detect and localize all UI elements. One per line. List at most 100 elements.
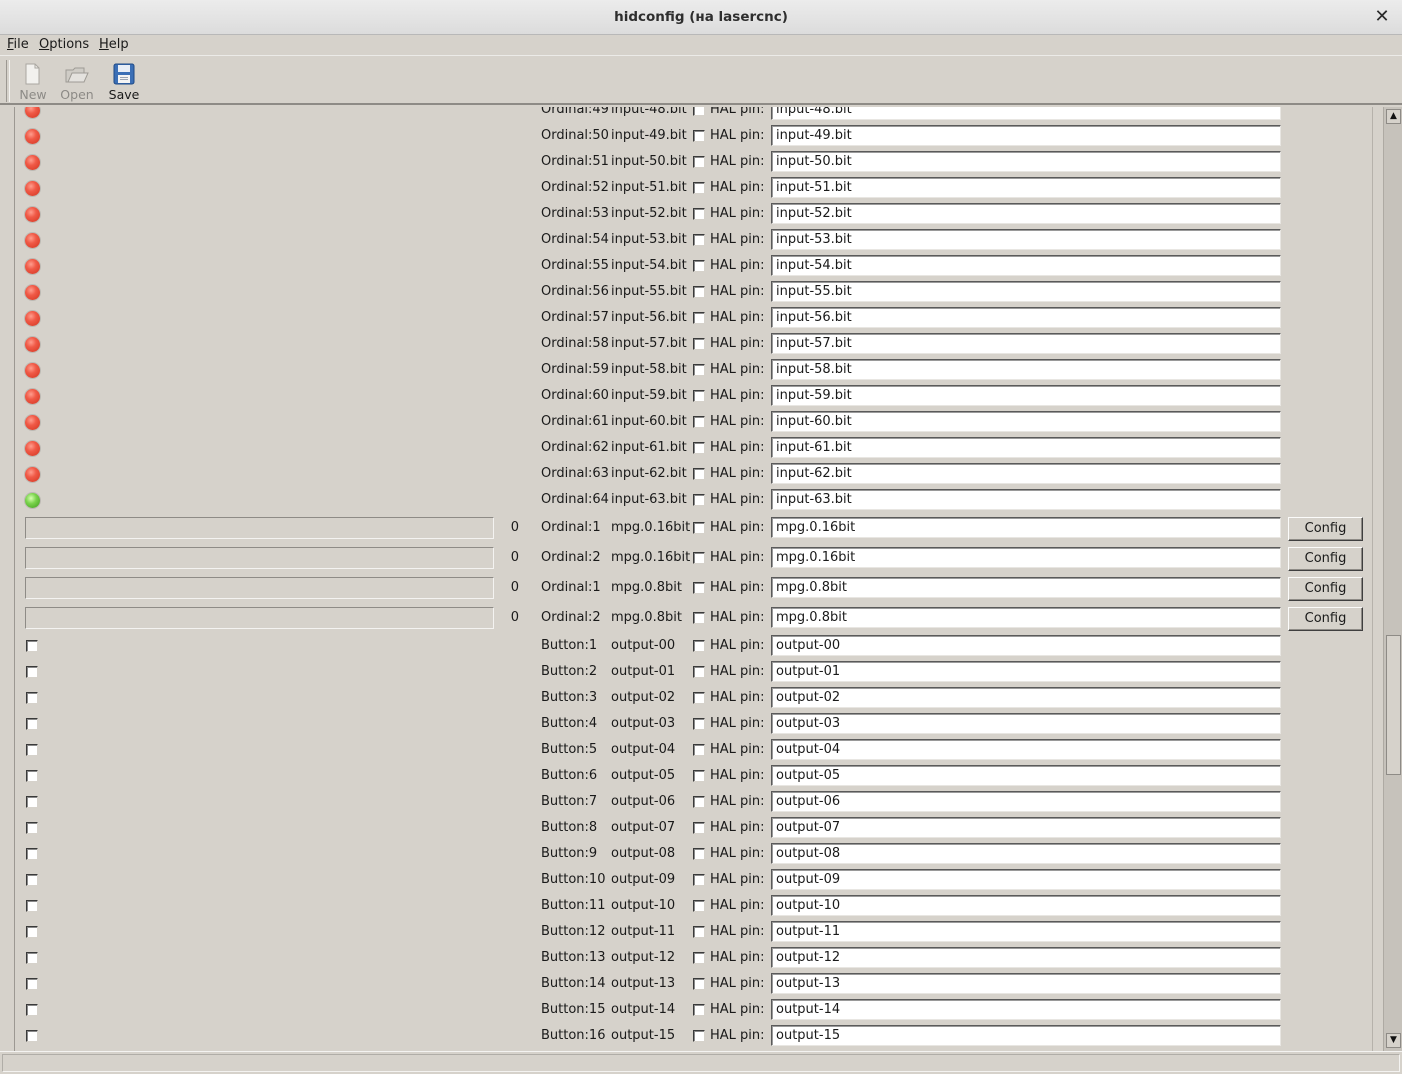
hal-pin-checkbox[interactable] bbox=[693, 926, 705, 938]
hal-pin-checkbox[interactable] bbox=[693, 107, 705, 116]
hal-pin-field[interactable] bbox=[771, 177, 1281, 198]
output-checkbox[interactable] bbox=[26, 848, 38, 860]
toolbar-grip[interactable] bbox=[6, 60, 10, 102]
new-button[interactable]: New bbox=[13, 62, 53, 102]
output-checkbox[interactable] bbox=[26, 952, 38, 964]
hal-pin-checkbox[interactable] bbox=[693, 822, 705, 834]
hal-pin-checkbox[interactable] bbox=[693, 1030, 705, 1042]
hal-pin-field[interactable] bbox=[771, 517, 1281, 538]
hal-pin-checkbox[interactable] bbox=[693, 978, 705, 990]
config-button[interactable]: Config bbox=[1288, 517, 1363, 541]
hal-pin-field[interactable] bbox=[771, 385, 1281, 406]
hal-pin-field[interactable] bbox=[771, 255, 1281, 276]
scroll-up-icon[interactable]: ▲ bbox=[1386, 109, 1401, 124]
hal-pin-checkbox[interactable] bbox=[693, 338, 705, 350]
hal-pin-checkbox[interactable] bbox=[693, 522, 705, 534]
output-checkbox[interactable] bbox=[26, 744, 38, 756]
hal-pin-field[interactable] bbox=[771, 307, 1281, 328]
hal-pin-checkbox[interactable] bbox=[693, 770, 705, 782]
output-checkbox[interactable] bbox=[26, 718, 38, 730]
hal-pin-checkbox[interactable] bbox=[693, 286, 705, 298]
hal-pin-field[interactable] bbox=[771, 489, 1281, 510]
hal-pin-checkbox[interactable] bbox=[693, 744, 705, 756]
hal-pin-field[interactable] bbox=[771, 713, 1281, 734]
output-checkbox[interactable] bbox=[26, 1030, 38, 1042]
output-checkbox[interactable] bbox=[26, 926, 38, 938]
hal-pin-checkbox[interactable] bbox=[693, 900, 705, 912]
output-checkbox[interactable] bbox=[26, 1004, 38, 1016]
hal-pin-checkbox[interactable] bbox=[693, 582, 705, 594]
hal-pin-checkbox[interactable] bbox=[693, 130, 705, 142]
scroll-down-icon[interactable]: ▼ bbox=[1386, 1033, 1401, 1048]
open-button[interactable]: Open bbox=[57, 62, 97, 102]
hal-pin-checkbox[interactable] bbox=[693, 234, 705, 246]
hal-pin-field[interactable] bbox=[771, 607, 1281, 628]
hal-pin-field[interactable] bbox=[771, 817, 1281, 838]
config-button[interactable]: Config bbox=[1288, 607, 1363, 631]
menu-options[interactable]: Options bbox=[39, 37, 89, 52]
hal-pin-field[interactable] bbox=[771, 437, 1281, 458]
output-checkbox[interactable] bbox=[26, 640, 38, 652]
hal-pin-checkbox[interactable] bbox=[693, 952, 705, 964]
scrollbar-thumb[interactable] bbox=[1386, 635, 1401, 775]
hal-pin-checkbox[interactable] bbox=[693, 260, 705, 272]
menu-help[interactable]: Help bbox=[99, 37, 129, 52]
hal-pin-checkbox[interactable] bbox=[693, 494, 705, 506]
hal-pin-field[interactable] bbox=[771, 687, 1281, 708]
hal-pin-field[interactable] bbox=[771, 547, 1281, 568]
hal-pin-field[interactable] bbox=[771, 463, 1281, 484]
hal-pin-field[interactable] bbox=[771, 869, 1281, 890]
hal-pin-field[interactable] bbox=[771, 921, 1281, 942]
output-checkbox[interactable] bbox=[26, 978, 38, 990]
hal-pin-checkbox[interactable] bbox=[693, 208, 705, 220]
vertical-scrollbar[interactable]: ▲ ▼ bbox=[1383, 107, 1402, 1051]
hal-pin-checkbox[interactable] bbox=[693, 416, 705, 428]
save-button[interactable]: Save bbox=[104, 62, 144, 102]
output-checkbox[interactable] bbox=[26, 692, 38, 704]
hal-pin-checkbox[interactable] bbox=[693, 666, 705, 678]
config-button[interactable]: Config bbox=[1288, 577, 1363, 601]
hal-pin-checkbox[interactable] bbox=[693, 312, 705, 324]
hal-pin-field[interactable] bbox=[771, 203, 1281, 224]
hal-pin-checkbox[interactable] bbox=[693, 718, 705, 730]
hal-pin-field[interactable] bbox=[771, 973, 1281, 994]
hal-pin-field[interactable] bbox=[771, 333, 1281, 354]
output-checkbox[interactable] bbox=[26, 900, 38, 912]
hal-pin-checkbox[interactable] bbox=[693, 1004, 705, 1016]
hal-pin-checkbox[interactable] bbox=[693, 692, 705, 704]
hal-pin-field[interactable] bbox=[771, 765, 1281, 786]
hal-pin-field[interactable] bbox=[771, 359, 1281, 380]
hal-pin-checkbox[interactable] bbox=[693, 796, 705, 808]
output-checkbox[interactable] bbox=[26, 666, 38, 678]
hal-pin-checkbox[interactable] bbox=[693, 182, 705, 194]
output-checkbox[interactable] bbox=[26, 874, 38, 886]
hal-pin-checkbox[interactable] bbox=[693, 874, 705, 886]
hal-pin-field[interactable] bbox=[771, 1025, 1281, 1046]
hal-pin-field[interactable] bbox=[771, 577, 1281, 598]
hal-pin-checkbox[interactable] bbox=[693, 848, 705, 860]
hal-pin-field[interactable] bbox=[771, 125, 1281, 146]
hal-pin-field[interactable] bbox=[771, 791, 1281, 812]
hal-pin-checkbox[interactable] bbox=[693, 390, 705, 402]
hal-pin-checkbox[interactable] bbox=[693, 612, 705, 624]
hal-pin-checkbox[interactable] bbox=[693, 442, 705, 454]
hal-pin-field[interactable] bbox=[771, 661, 1281, 682]
hal-pin-field[interactable] bbox=[771, 947, 1281, 968]
config-button[interactable]: Config bbox=[1288, 547, 1363, 571]
hal-pin-field[interactable] bbox=[771, 229, 1281, 250]
hal-pin-checkbox[interactable] bbox=[693, 364, 705, 376]
output-checkbox[interactable] bbox=[26, 770, 38, 782]
hal-pin-checkbox[interactable] bbox=[693, 156, 705, 168]
output-checkbox[interactable] bbox=[26, 796, 38, 808]
hal-pin-field[interactable] bbox=[771, 999, 1281, 1020]
hal-pin-checkbox[interactable] bbox=[693, 468, 705, 480]
hal-pin-field[interactable] bbox=[771, 895, 1281, 916]
hal-pin-field[interactable] bbox=[771, 107, 1281, 120]
hal-pin-field[interactable] bbox=[771, 281, 1281, 302]
hal-pin-field[interactable] bbox=[771, 635, 1281, 656]
close-icon[interactable]: ✕ bbox=[1372, 6, 1392, 28]
hal-pin-field[interactable] bbox=[771, 843, 1281, 864]
hal-pin-checkbox[interactable] bbox=[693, 552, 705, 564]
hal-pin-field[interactable] bbox=[771, 151, 1281, 172]
menu-file[interactable]: File bbox=[7, 37, 29, 52]
